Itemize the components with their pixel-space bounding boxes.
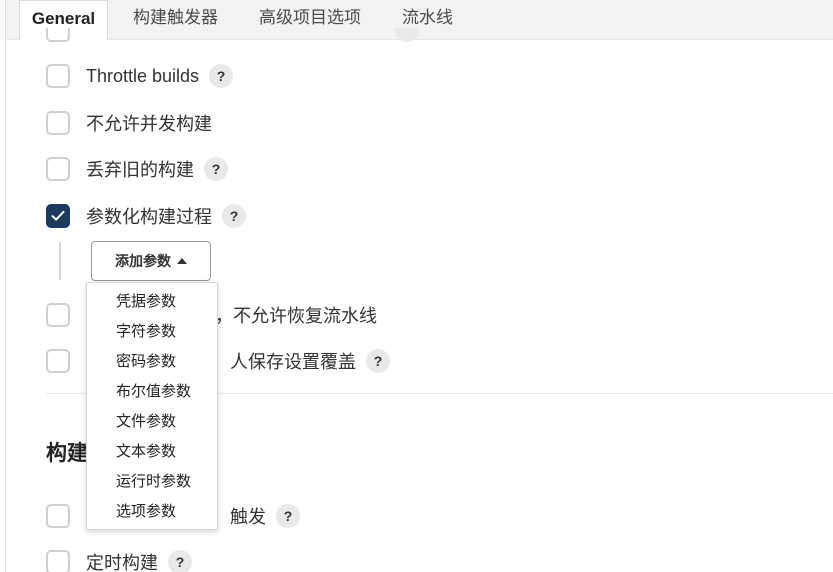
option-parameterized: 参数化构建过程 ? — [46, 202, 246, 230]
menu-item-password-parameter[interactable]: 密码参数 — [87, 347, 217, 377]
nested-indent-line — [59, 242, 61, 280]
caret-up-icon — [177, 258, 187, 264]
override-settings-label: 人保存设置覆盖 — [230, 352, 356, 372]
menu-item-text-parameter[interactable]: 文本参数 — [87, 437, 217, 467]
help-icon[interactable]: ? — [204, 157, 228, 181]
tab-advanced-project-options[interactable]: 高级项目选项 — [259, 0, 361, 38]
disable-concurrent-label: 不允许并发构建 — [86, 114, 212, 134]
option-discard-old-builds: 丢弃旧的构建 ? — [46, 155, 228, 183]
option-disable-concurrent: 不允许并发构建 — [46, 109, 212, 137]
option-throttle-builds: Throttle builds ? — [46, 62, 234, 90]
help-icon[interactable]: ? — [222, 204, 246, 228]
tab-build-triggers[interactable]: 构建触发器 — [133, 0, 218, 38]
left-border — [5, 0, 6, 572]
build-periodically-checkbox[interactable] — [46, 550, 70, 572]
discard-old-builds-label: 丢弃旧的构建 — [86, 160, 194, 180]
menu-item-string-parameter[interactable]: 字符参数 — [87, 317, 217, 347]
partial-checkbox[interactable] — [46, 28, 70, 42]
build-triggers-section-title: 构建 — [46, 442, 88, 465]
throttle-builds-label: Throttle builds — [86, 65, 200, 86]
job-config-page: General 构建触发器 高级项目选项 流水线 Throttle builds… — [0, 0, 833, 572]
menu-item-run-parameter[interactable]: 运行时参数 — [87, 467, 217, 497]
override-settings-checkbox[interactable] — [46, 349, 70, 373]
parameterized-label: 参数化构建过程 — [86, 207, 212, 227]
do-not-allow-resume-checkbox[interactable] — [46, 303, 70, 327]
option-build-periodically: 定时构建 ? — [46, 548, 192, 572]
help-icon[interactable]: ? — [366, 349, 390, 373]
disable-concurrent-checkbox[interactable] — [46, 111, 70, 135]
check-icon — [51, 210, 65, 221]
throttle-builds-checkbox[interactable] — [46, 64, 70, 88]
discard-old-builds-checkbox[interactable] — [46, 157, 70, 181]
remote-trigger-checkbox[interactable] — [46, 504, 70, 528]
do-not-allow-resume-label: ，不允许恢复流水线 — [215, 306, 377, 326]
menu-item-boolean-parameter[interactable]: 布尔值参数 — [87, 377, 217, 407]
add-parameter-menu: 凭据参数 字符参数 密码参数 布尔值参数 文件参数 文本参数 运行时参数 选项参… — [86, 282, 218, 530]
remote-trigger-label: 触发 — [230, 507, 266, 527]
menu-item-choice-parameter[interactable]: 选项参数 — [87, 497, 217, 527]
add-parameter-button[interactable]: 添加参数 — [91, 241, 211, 281]
config-tab-bar: General 构建触发器 高级项目选项 流水线 — [6, 0, 833, 40]
help-icon[interactable]: ? — [209, 64, 234, 88]
menu-item-file-parameter[interactable]: 文件参数 — [87, 407, 217, 437]
add-parameter-label: 添加参数 — [115, 253, 171, 269]
menu-item-credentials-parameter[interactable]: 凭据参数 — [87, 287, 217, 317]
help-icon[interactable]: ? — [276, 504, 300, 528]
parameterized-checkbox[interactable] — [46, 204, 70, 228]
build-periodically-label: 定时构建 — [86, 553, 158, 572]
help-icon[interactable]: ? — [168, 550, 192, 572]
